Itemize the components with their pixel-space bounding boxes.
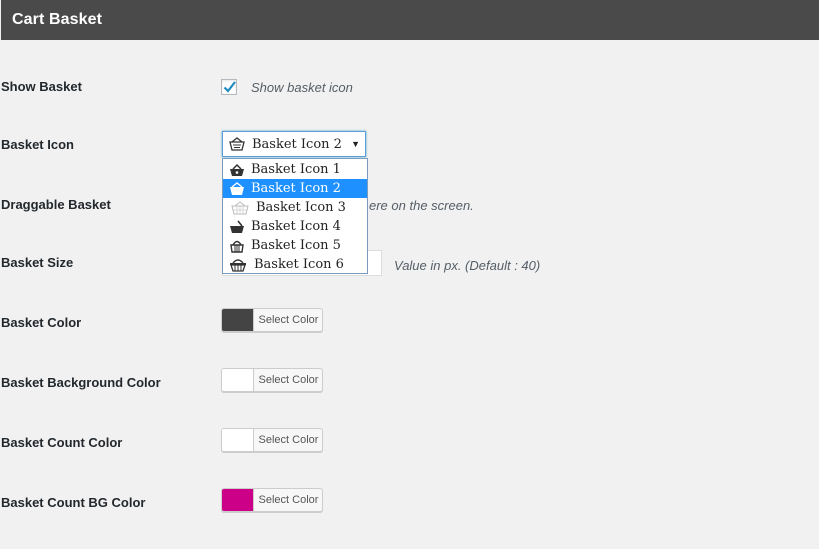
color-swatch [222,429,253,451]
option-label: Basket Icon 3 [256,200,346,215]
option-label: Basket Icon 6 [254,257,344,272]
basket-color-label: Basket Color [1,315,82,330]
basket-icon-selected-value: Basket Icon 2 [252,137,342,152]
basket-background-color-label: Basket Background Color [1,375,161,390]
basket-icon-6-icon [230,259,246,272]
draggable-basket-label: Draggable Basket [1,197,111,212]
draggable-basket-help: ere on the screen. [369,198,474,213]
basket-icon-label: Basket Icon [1,137,74,152]
basket-size-label: Basket Size [1,255,74,270]
select-color-button[interactable]: Select Color [253,369,322,391]
basket-icon-dropdown-list: Basket Icon 1 Basket Icon 2 Basket Icon … [222,158,368,274]
basket-count-bg-color-picker[interactable]: Select Color [221,488,323,512]
dropdown-caret-icon: ▼ [351,139,360,149]
dropdown-option[interactable]: Basket Icon 4 [223,217,367,236]
option-label: Basket Icon 4 [251,219,341,234]
color-swatch [222,489,253,511]
color-swatch [222,309,253,331]
basket-icon-4-icon [230,220,244,233]
basket-icon-1-icon [230,163,244,176]
show-basket-checkbox[interactable] [221,79,237,95]
basket-count-color-picker[interactable]: Select Color [221,428,323,452]
show-basket-help: Show basket icon [251,80,353,95]
basket-icon-3-icon [231,201,249,215]
select-color-button[interactable]: Select Color [253,429,322,451]
basket-icon-2-icon [229,137,245,151]
dropdown-option[interactable]: Basket Icon 5 [223,236,367,255]
dropdown-option[interactable]: Basket Icon 3 [223,198,367,217]
basket-color-picker[interactable]: Select Color [221,308,323,332]
select-color-button[interactable]: Select Color [253,489,322,511]
basket-background-color-picker[interactable]: Select Color [221,368,323,392]
option-label: Basket Icon 2 [251,181,341,196]
basket-size-help: Value in px. (Default : 40) [394,258,541,273]
show-basket-label: Show Basket [1,79,82,94]
basket-count-bg-color-label: Basket Count BG Color [1,495,146,510]
section-title: Cart Basket [12,11,103,28]
option-label: Basket Icon 1 [251,162,341,177]
dropdown-option[interactable]: Basket Icon 1 [223,160,367,179]
basket-icon-select[interactable]: Basket Icon 2 ▼ [222,131,366,157]
checkmark-icon [223,81,236,93]
basket-count-color-label: Basket Count Color [1,435,123,450]
dropdown-option-highlighted[interactable]: Basket Icon 2 [223,179,367,198]
color-swatch [222,369,253,391]
section-header: Cart Basket [1,0,819,40]
basket-icon-2-icon [230,182,244,195]
basket-icon-5-icon [230,240,244,253]
option-label: Basket Icon 5 [251,238,341,253]
dropdown-option[interactable]: Basket Icon 6 [223,255,367,274]
select-color-button[interactable]: Select Color [253,309,322,331]
